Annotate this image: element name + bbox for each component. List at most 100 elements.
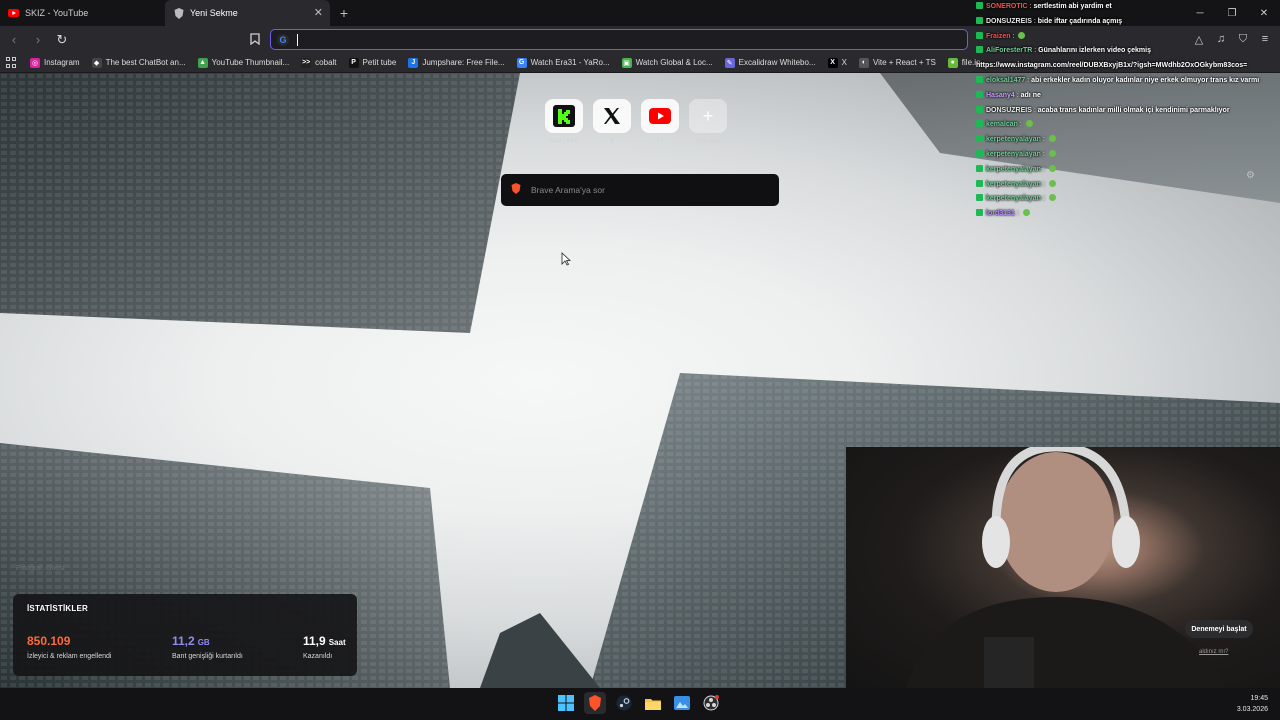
brave-logo-icon bbox=[511, 181, 521, 199]
text-caret bbox=[297, 33, 298, 46]
taskbar-apps bbox=[555, 692, 722, 714]
brave-search-box[interactable] bbox=[501, 174, 779, 206]
x-logo-icon bbox=[593, 99, 631, 133]
bookmark-item[interactable]: ✎ Excalidraw Whitebo... bbox=[724, 57, 816, 68]
petit-tube-icon: P bbox=[348, 57, 359, 68]
x-icon: X bbox=[827, 57, 838, 68]
youtube-icon bbox=[8, 8, 19, 19]
chat-username: kerpetenyalayan bbox=[986, 150, 1041, 158]
chat-text: bide iftar çadırında açmış bbox=[1037, 17, 1123, 25]
bookmark-item[interactable]: P Petit tube bbox=[348, 57, 397, 68]
stat-caption: Kazanıldı bbox=[303, 653, 333, 660]
address-input[interactable] bbox=[297, 33, 897, 46]
bookmark-label: Petit tube bbox=[362, 58, 397, 67]
fileio-icon: ● bbox=[947, 57, 958, 68]
chat-message: https://www.instagram.com/reel/DUBXBxyjB… bbox=[976, 59, 1280, 74]
bookmark-label: The best ChatBot an... bbox=[105, 58, 186, 67]
chat-text: adı ne bbox=[1020, 91, 1041, 99]
bookmark-icon[interactable] bbox=[246, 30, 264, 48]
bookmark-item[interactable]: XX bbox=[827, 57, 847, 68]
chat-message: kerpetenyalayan : bbox=[976, 178, 1280, 193]
subscriber-badge-icon bbox=[976, 90, 983, 98]
top-site-add[interactable]: + Site ekle bbox=[689, 99, 727, 145]
bookmark-item[interactable]: J Jumpshare: Free File... bbox=[408, 57, 505, 68]
bookmark-item[interactable]: ◐ Vite + React + TS bbox=[858, 57, 936, 68]
top-site-label: X bbox=[609, 139, 614, 145]
brave-browser-icon[interactable] bbox=[584, 692, 606, 714]
top-site-youtube[interactable]: YT bbox=[641, 99, 679, 145]
chat-message: SONEROTIC : sertlestim abi yardim et bbox=[976, 0, 1280, 15]
bookmark-item[interactable]: ◎ Instagram bbox=[30, 57, 80, 68]
chat-message: kerpetenyalayan : bbox=[976, 163, 1280, 178]
forward-button[interactable]: › bbox=[28, 30, 48, 50]
photo-credit[interactable]: Fotoğraf: Ghost bbox=[16, 565, 65, 572]
chat-username: lord3131 bbox=[986, 210, 1015, 218]
bookmark-item[interactable]: >> cobalt bbox=[301, 57, 337, 68]
chat-message: kemalcan : bbox=[976, 118, 1280, 133]
bookmark-item[interactable]: ▣ Watch Global & Loc... bbox=[621, 57, 713, 68]
promo-link[interactable]: aldınız mı? bbox=[1199, 649, 1228, 655]
excalidraw-icon: ✎ bbox=[724, 57, 735, 68]
search-input[interactable] bbox=[529, 184, 759, 196]
tab-title: Yeni Sekme bbox=[190, 8, 238, 18]
subscriber-badge-icon bbox=[976, 179, 983, 187]
stat-caption: Bant genişliği kurtarıldı bbox=[172, 653, 243, 660]
stat-caption: İzleyici & reklam engellendi bbox=[27, 653, 112, 660]
back-button[interactable]: ‹ bbox=[4, 30, 24, 50]
file-explorer-icon[interactable] bbox=[642, 692, 664, 714]
bookmark-item[interactable]: ▲ YouTube Thumbnail... bbox=[197, 57, 289, 68]
start-trial-button[interactable]: Denemeyi başlat bbox=[1185, 620, 1253, 638]
chat-emote-icon bbox=[1048, 194, 1056, 202]
stat-value: 850.109 bbox=[27, 634, 71, 648]
bookmark-item[interactable]: G Watch Era31 - YaRo... bbox=[516, 57, 610, 68]
chat-message: DONSUZREIS : bide iftar çadırında açmış bbox=[976, 15, 1280, 30]
vite-icon: ◐ bbox=[858, 57, 869, 68]
top-site-kick[interactable]: Kick | Kick bbox=[545, 99, 583, 145]
chat-text: abi erkekler kadın oluyor kadınlar niye … bbox=[1031, 76, 1260, 84]
chat-username: kerpetenyalayan bbox=[986, 195, 1041, 203]
address-bar[interactable]: G bbox=[270, 29, 968, 50]
youtube-logo-icon bbox=[641, 99, 679, 133]
bookmark-item[interactable]: ◆ The best ChatBot an... bbox=[91, 57, 186, 68]
era31-icon: G bbox=[516, 57, 527, 68]
tab-new-tab[interactable]: Yeni Sekme ✕ bbox=[165, 0, 330, 26]
mouse-cursor-icon bbox=[561, 252, 571, 266]
bookmark-label: cobalt bbox=[315, 58, 337, 67]
new-tab-button[interactable]: + bbox=[332, 1, 356, 25]
chat-emote-icon bbox=[1025, 120, 1033, 128]
apps-grid-icon[interactable] bbox=[6, 56, 18, 69]
stat-unit: Saat bbox=[328, 638, 346, 647]
chat-emote-icon bbox=[1048, 164, 1056, 172]
chat-emote-icon bbox=[1048, 149, 1056, 157]
top-site-x[interactable]: X bbox=[593, 99, 631, 145]
bookmark-label: Watch Era31 - YaRo... bbox=[530, 58, 610, 67]
chat-username: Hasany4 bbox=[986, 91, 1015, 99]
chat-message: kerpetenyalayan : bbox=[976, 148, 1280, 163]
chat-text: https://www.instagram.com/reel/DUBXBxyjB… bbox=[976, 62, 1248, 70]
system-clock[interactable]: 19:45 3.03.2026 bbox=[1237, 693, 1268, 715]
chat-emote-icon bbox=[1022, 209, 1030, 217]
subscriber-badge-icon bbox=[976, 164, 983, 172]
tab-title: SKIZ - YouTube bbox=[25, 8, 89, 18]
obs-icon[interactable] bbox=[700, 692, 722, 714]
windows-start-icon[interactable] bbox=[555, 692, 577, 714]
chat-username: kerpetenyalayan bbox=[986, 165, 1041, 173]
brave-shield-icon bbox=[173, 7, 184, 19]
stat-bandwidth: 11,2 GB Bant genişliği kurtarıldı bbox=[172, 632, 243, 660]
chat-username: kerpetenyalayan bbox=[986, 180, 1041, 188]
chat-username: DONSUZREIS bbox=[986, 106, 1032, 114]
chatbot-icon: ◆ bbox=[91, 57, 102, 68]
subscriber-badge-icon bbox=[976, 31, 983, 39]
tab-youtube[interactable]: SKIZ - YouTube bbox=[0, 0, 165, 26]
photos-icon[interactable] bbox=[671, 692, 693, 714]
chat-emote-icon bbox=[1048, 179, 1056, 187]
windows-taskbar: 19:45 3.03.2026 bbox=[0, 688, 1280, 720]
reload-button[interactable]: ↻ bbox=[52, 30, 72, 50]
add-site-icon: + bbox=[689, 99, 727, 133]
steam-icon[interactable] bbox=[613, 692, 635, 714]
chat-text: Günahlarını izlerken video çekmiş bbox=[1038, 47, 1151, 55]
chat-emote-icon bbox=[1018, 31, 1026, 39]
close-tab-icon[interactable]: ✕ bbox=[314, 6, 323, 19]
bookmark-label: Instagram bbox=[44, 58, 80, 67]
chat-username: SONEROTIC bbox=[986, 3, 1028, 10]
